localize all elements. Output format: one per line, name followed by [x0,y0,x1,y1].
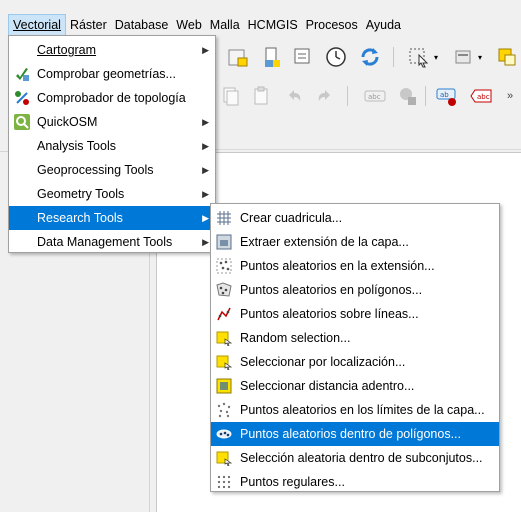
menu-web[interactable]: Web [172,14,205,36]
submenu-arrow-icon: ▶ [202,189,209,199]
menu-item-geoprocessing-tools[interactable]: Geoprocessing Tools ▶ [9,158,215,182]
menu-item-random-points-lines[interactable]: Puntos aleatorios sobre líneas... [211,302,499,326]
random-points-polygons-icon [216,282,232,298]
menu-raster[interactable]: Ráster [66,14,111,36]
quickosm-icon [14,114,30,130]
menu-item-research-tools[interactable]: Research Tools ▶ [9,206,215,230]
clock-icon[interactable] [323,44,349,70]
svg-text:ab: ab [440,91,449,99]
undo-icon[interactable] [281,83,307,109]
menu-item-create-grid[interactable]: Crear cuadricula... [211,206,499,230]
regular-points-icon [216,474,232,490]
vectorial-menu: Cartogram ▶ Comprobar geometrías... Compr… [8,35,216,253]
menu-item-check-geometries[interactable]: Comprobar geometrías... [9,62,215,86]
change-label-icon[interactable]: abc [468,83,494,109]
menu-item-select-within-distance[interactable]: Seleccionar distancia adentro... [211,374,499,398]
menu-item-geometry-tools[interactable]: Geometry Tools ▶ [9,182,215,206]
identify-icon[interactable] [494,44,520,70]
chevron-down-icon[interactable]: ▾ [475,44,485,70]
random-points-bounds-icon [216,402,232,418]
submenu-arrow-icon: ▶ [202,117,209,127]
menu-item-random-subset-selection[interactable]: Selección aleatoria dentro de subconjuto… [211,446,499,470]
topology-checker-icon [14,90,30,106]
random-points-inside-polygons-icon [216,426,232,442]
grid-icon [216,210,232,226]
menu-malla[interactable]: Malla [206,14,244,36]
menu-item-data-management-tools[interactable]: Data Management Tools ▶ [9,230,215,254]
submenu-arrow-icon: ▶ [202,45,209,55]
check-geometry-icon [14,66,30,82]
menu-database[interactable]: Database [111,14,173,36]
new-layer-icon[interactable] [258,44,284,70]
menu-item-analysis-tools[interactable]: Analysis Tools ▶ [9,134,215,158]
overflow-icon[interactable]: » [500,83,520,109]
menu-ayuda[interactable]: Ayuda [362,14,405,36]
random-points-lines-icon [216,306,232,322]
deselect-icon[interactable] [450,44,476,70]
menu-item-select-by-location[interactable]: Seleccionar por localización... [211,350,499,374]
select-by-location-icon [216,354,232,370]
add-layer-icon[interactable] [224,44,250,70]
chevron-down-icon[interactable]: ▾ [431,44,441,70]
menu-item-quickosm[interactable]: QuickOSM ▶ [9,110,215,134]
select-within-distance-icon [216,378,232,394]
refresh-icon[interactable] [357,44,383,70]
menu-item-random-selection[interactable]: Random selection... [211,326,499,350]
svg-text:abc: abc [477,93,490,101]
submenu-arrow-icon: ▶ [202,237,209,247]
menu-item-random-points-polygons[interactable]: Puntos aleatorios en polígonos... [211,278,499,302]
submenu-arrow-icon: ▶ [202,213,209,223]
menu-item-extract-layer-extent[interactable]: Extraer extensión de la capa... [211,230,499,254]
move-label-icon[interactable]: ab [434,83,460,109]
menu-item-topology-checker[interactable]: Comprobador de topología [9,86,215,110]
menu-procesos[interactable]: Procesos [302,14,362,36]
submenu-arrow-icon: ▶ [202,165,209,175]
submenu-arrow-icon: ▶ [202,141,209,151]
random-selection-icon [216,330,232,346]
menu-item-regular-points[interactable]: Puntos regulares... [211,470,499,494]
random-subset-selection-icon [216,450,232,466]
random-points-extent-icon [216,258,232,274]
label-tool-icon[interactable]: abc [362,83,388,109]
pan-icon[interactable] [290,44,316,70]
select-features-icon[interactable] [406,44,432,70]
menu-item-random-points-bounds[interactable]: Puntos aleatorios en los límites de la c… [211,398,499,422]
copy-icon[interactable] [217,83,243,109]
research-tools-submenu: Crear cuadricula... Extraer extensión de… [210,203,500,492]
svg-text:abc: abc [368,93,381,101]
paste-icon[interactable] [248,83,274,109]
menu-vectorial[interactable]: Vectorial [8,14,66,36]
menu-hcmgis[interactable]: HCMGIS [244,14,302,36]
menu-item-cartogram[interactable]: Cartogram ▶ [9,38,215,62]
pin-labels-icon[interactable] [394,83,420,109]
redo-icon[interactable] [312,83,338,109]
layer-extent-icon [216,234,232,250]
menu-item-random-points-extent[interactable]: Puntos aleatorios en la extensión... [211,254,499,278]
menubar: Vectorial Ráster Database Web Malla HCMG… [0,14,521,36]
menu-item-random-points-inside-polygons[interactable]: Puntos aleatorios dentro de polígonos... [211,422,499,446]
